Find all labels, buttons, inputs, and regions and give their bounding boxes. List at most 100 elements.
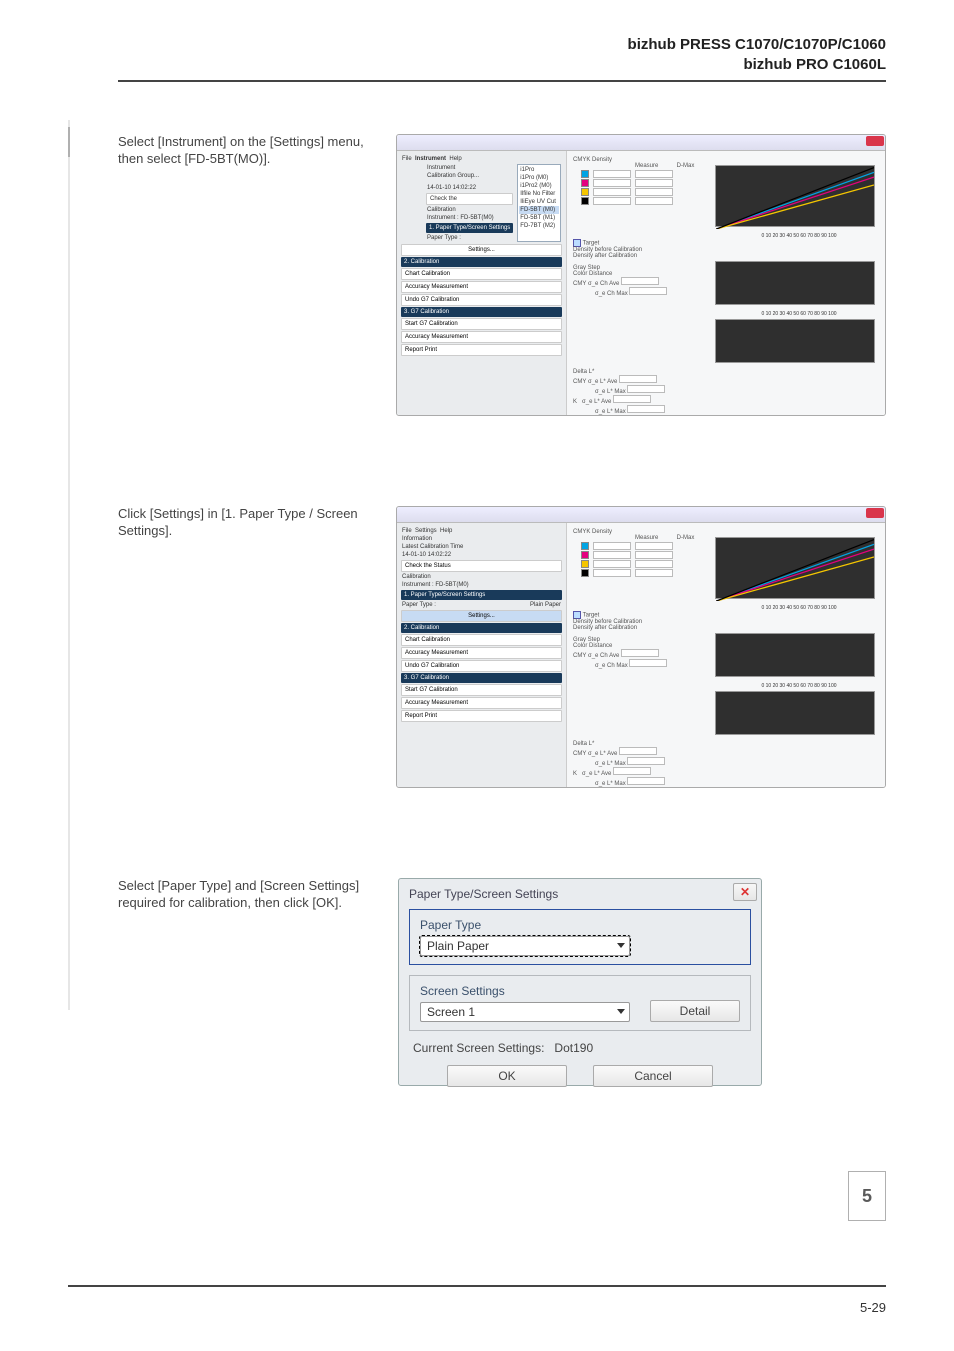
step-2-text: Click [Settings] in [1. Paper Type / Scr… [118, 506, 366, 788]
accuracy-button-2[interactable]: Accuracy Measurement [401, 331, 562, 343]
paper-type-group: Paper Type Plain Paper [409, 909, 751, 965]
density-chart-2 [715, 537, 875, 599]
calibration-manager-window-2: File Settings Help Information Latest Ca… [396, 506, 886, 788]
paper-type-dropdown[interactable]: Plain Paper [420, 936, 630, 956]
app-main-panel: CMYK Density Measure D-Max [567, 151, 885, 415]
k-label-c: K [573, 771, 577, 777]
menu-file-2[interactable]: File Settings Help [401, 527, 562, 535]
delta-chart-2 [715, 691, 875, 735]
close-icon-2[interactable] [866, 508, 884, 518]
close-icon[interactable] [866, 136, 884, 146]
opt-ilieye[interactable]: IliEye UV Cut [519, 198, 559, 206]
swatch-y-icon [581, 188, 589, 196]
app-side-panel: File Instrument Help Instrument Calibrat… [397, 151, 567, 415]
opt-es[interactable]: i1Pro [519, 166, 559, 174]
input-y-b[interactable] [593, 560, 631, 568]
cmy-max-input[interactable] [629, 287, 667, 295]
input-m-b[interactable] [593, 551, 631, 559]
lmax-input-1[interactable] [627, 385, 665, 393]
opt-fd5bt-m1[interactable]: FD-5BT (M1) [519, 214, 559, 222]
lave-input-4[interactable] [613, 767, 651, 775]
header-product-line-1: bizhub PRESS C1070/C1070P/C1060 [118, 35, 886, 55]
report-print-button[interactable]: Report Print [401, 344, 562, 356]
check-status-button[interactable]: Check the Status [401, 560, 562, 572]
xaxis-ticks-3: 0 10 20 30 40 50 60 70 80 90 100 [719, 415, 879, 416]
xaxis-ticks-5: 0 10 20 30 40 50 60 70 80 90 100 [719, 683, 879, 689]
calibration-label: Calibration [426, 206, 513, 214]
chevron-down-icon [617, 943, 625, 948]
accuracy-button-4[interactable]: Accuracy Measurement [401, 697, 562, 709]
submenu-instrument[interactable]: Instrument [426, 164, 513, 172]
after-label-2: Density after Calibration [573, 625, 879, 631]
submenu-calib-group[interactable]: Calibration Group... [426, 172, 513, 180]
cmy-label-2: CMY [573, 379, 586, 385]
input-k-b2[interactable] [635, 569, 673, 577]
lave-input-1[interactable] [619, 375, 657, 383]
lmax-input-4[interactable] [627, 777, 665, 785]
input-k-b[interactable] [593, 569, 631, 577]
target-label: Target [583, 241, 600, 247]
check-button[interactable]: Check the [426, 193, 513, 205]
undo-g7-button-2[interactable]: Undo G7 Calibration [401, 660, 562, 672]
step-1-text: Select [Instrument] on the [Settings] me… [118, 134, 366, 416]
cmy-ave-input-b[interactable] [621, 649, 659, 657]
lmax-input-2[interactable] [627, 405, 665, 413]
lmax-input-3[interactable] [627, 757, 665, 765]
k-label: K [573, 399, 577, 405]
input-y-b2[interactable] [635, 560, 673, 568]
chart-calibration-button[interactable]: Chart Calibration [401, 268, 562, 280]
col-dmax-2: D-Max [677, 535, 695, 541]
chevron-down-icon-2 [617, 1009, 625, 1014]
chapter-index: 5 [848, 1171, 886, 1221]
screen-settings-dropdown[interactable]: Screen 1 [420, 1002, 630, 1022]
report-print-button-2[interactable]: Report Print [401, 710, 562, 722]
opt-i1pro-m0[interactable]: i1Pro (M0) [519, 174, 559, 182]
section-2-head-2: 2. Calibration [401, 623, 562, 633]
chart-calibration-button-2[interactable]: Chart Calibration [401, 634, 562, 646]
cmy-label-c: CMY [573, 751, 586, 757]
menu-file-settings[interactable]: File Instrument Help [401, 155, 562, 163]
swatch-c-icon [581, 170, 589, 178]
swatch-k-icon [581, 197, 589, 205]
lave-input-3[interactable] [619, 747, 657, 755]
input-c-b2[interactable] [635, 542, 673, 550]
input-y[interactable] [593, 188, 631, 196]
opt-ilfile[interactable]: Ilfile No Filter [519, 190, 559, 198]
input-c-2[interactable] [635, 170, 673, 178]
ok-button[interactable]: OK [447, 1065, 567, 1087]
lave-input-2[interactable] [613, 395, 651, 403]
section-3-head: 3. G7 Calibration [401, 307, 562, 317]
input-k-2[interactable] [635, 197, 673, 205]
cancel-button[interactable]: Cancel [593, 1065, 713, 1087]
checkbox-icon[interactable] [573, 239, 581, 247]
accuracy-button-3[interactable]: Accuracy Measurement [401, 647, 562, 659]
current-settings-label: Current Screen Settings: [413, 1041, 544, 1055]
checkbox-icon-2[interactable] [573, 611, 581, 619]
input-c-b[interactable] [593, 542, 631, 550]
start-g7-button[interactable]: Start G7 Calibration [401, 318, 562, 330]
settings-button-2[interactable]: Settings... [401, 610, 562, 622]
dialog-close-icon[interactable]: ✕ [733, 883, 757, 901]
input-k[interactable] [593, 197, 631, 205]
settings-button[interactable]: Settings... [401, 244, 562, 256]
opt-fd7bt-m2[interactable]: FD-7BT (M2) [519, 222, 559, 230]
undo-g7-button[interactable]: Undo G7 Calibration [401, 294, 562, 306]
cmy-max-input-b[interactable] [629, 659, 667, 667]
input-y-2[interactable] [635, 188, 673, 196]
start-g7-button-2[interactable]: Start G7 Calibration [401, 684, 562, 696]
accuracy-button-1[interactable]: Accuracy Measurement [401, 281, 562, 293]
paper-type-value: Plain Paper [530, 602, 561, 608]
input-m-b2[interactable] [635, 551, 673, 559]
cmy-ave-input[interactable] [621, 277, 659, 285]
opt-fd5bt-m0[interactable]: FD-5BT (M0) [519, 206, 559, 214]
paper-type-label-2: Paper Type : [402, 602, 436, 608]
input-c[interactable] [593, 170, 631, 178]
input-m-2[interactable] [635, 179, 673, 187]
detail-button[interactable]: Detail [650, 1000, 740, 1022]
input-m[interactable] [593, 179, 631, 187]
opt-i1pro2-m0[interactable]: i1Pro2 (M0) [519, 182, 559, 190]
col-dmax: D-Max [677, 163, 695, 169]
paper-type-head-2: 1. Paper Type/Screen Settings [401, 590, 562, 600]
xaxis-ticks-2: 0 10 20 30 40 50 60 70 80 90 100 [719, 311, 879, 317]
cmy-label: CMY [573, 281, 586, 287]
